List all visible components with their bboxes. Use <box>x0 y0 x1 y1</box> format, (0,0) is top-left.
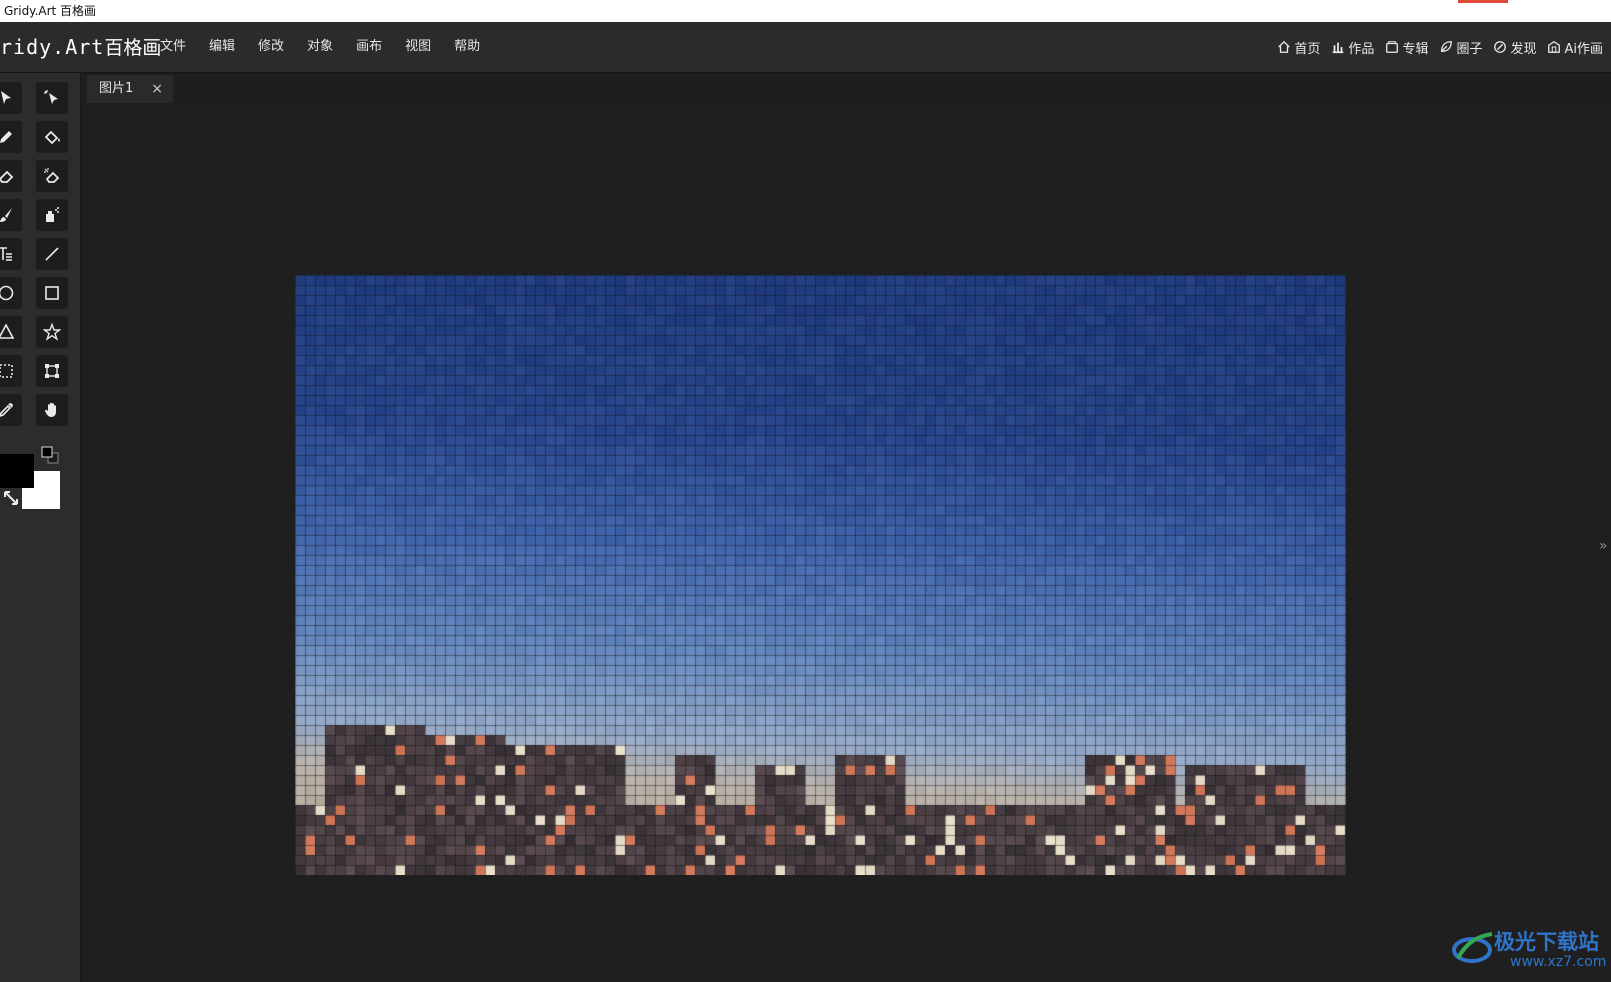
tool-marquee[interactable] <box>0 355 22 387</box>
tool-pencil[interactable] <box>0 121 22 153</box>
tool-eraser[interactable] <box>0 160 22 192</box>
app-logo[interactable]: ridy.Art百格画 <box>0 34 161 60</box>
tool-ellipse[interactable] <box>0 277 22 309</box>
triangle-icon <box>0 323 15 339</box>
eraser-icon <box>0 170 14 183</box>
rectangle-icon <box>45 286 59 300</box>
pencil-icon <box>0 131 12 143</box>
tab-close-icon[interactable]: × <box>151 75 163 103</box>
line-icon <box>45 247 59 261</box>
canvas-workspace[interactable]: » <box>81 103 1611 982</box>
watermark: 极光下载站 www.xz7.com <box>1450 920 1610 978</box>
ellipse-icon <box>0 285 14 301</box>
tool-rectangle[interactable] <box>36 277 68 309</box>
watermark-title: 极光下载站 <box>1494 930 1599 954</box>
window-title: Gridy.Art 百格画 <box>4 4 97 18</box>
tool-star[interactable] <box>36 316 68 348</box>
nav-home[interactable]: 首页 <box>1277 22 1320 72</box>
menu-modify[interactable]: 修改 <box>258 22 284 72</box>
spray-icon <box>46 207 59 222</box>
transform-icon <box>45 364 59 378</box>
tool-text[interactable] <box>0 238 22 270</box>
tool-line[interactable] <box>36 238 68 270</box>
menu-object[interactable]: 对象 <box>307 22 333 72</box>
nav-discover[interactable]: 发现 <box>1493 22 1536 72</box>
tool-brush[interactable] <box>0 199 22 231</box>
nav-works-label: 作品 <box>1348 41 1375 57</box>
window-titlebar: Gridy.Art 百格画 <box>0 0 1611 22</box>
menu-help[interactable]: 帮助 <box>454 22 480 72</box>
document-tabs: 图片1 × <box>81 73 1611 103</box>
watermark-logo-icon <box>1452 932 1493 963</box>
tool-hand[interactable] <box>36 394 68 426</box>
magic-select-icon <box>44 90 58 104</box>
brush-icon <box>0 208 12 222</box>
tool-fill-bucket[interactable] <box>36 121 68 153</box>
watermark-url: www.xz7.com <box>1510 954 1607 970</box>
menu-view[interactable]: 视图 <box>405 22 431 72</box>
fill-bucket-icon <box>44 130 60 145</box>
nav-album-label: 专辑 <box>1402 41 1429 57</box>
hand-icon <box>45 402 56 417</box>
eyedropper-icon <box>0 403 13 417</box>
home-icon <box>1278 40 1291 53</box>
nav-circle[interactable]: 圈子 <box>1439 22 1482 72</box>
chart-icon <box>1333 42 1344 54</box>
nav-ai-paint-label: Ai作画 <box>1564 41 1603 57</box>
leaf-icon <box>1441 41 1453 53</box>
foreground-color-swatch[interactable] <box>0 454 34 488</box>
menu-file[interactable]: 文件 <box>160 22 186 72</box>
tab-label: 图片1 <box>99 81 134 96</box>
logo-cn: 百格画 <box>104 37 162 59</box>
marquee-icon <box>0 364 13 378</box>
pixel-art-canvas[interactable] <box>295 275 1346 875</box>
tool-eyedropper[interactable] <box>0 394 22 426</box>
tool-magic-select[interactable] <box>36 82 68 114</box>
nav-circle-label: 圈子 <box>1456 41 1483 57</box>
tool-transform[interactable] <box>36 355 68 387</box>
right-panel-toggle-icon[interactable]: » <box>1599 538 1611 558</box>
window-close-button[interactable] <box>1458 0 1508 3</box>
menu-canvas[interactable]: 画布 <box>356 22 382 72</box>
album-icon <box>1386 41 1399 53</box>
nav-works[interactable]: 作品 <box>1331 22 1374 72</box>
menu-edit[interactable]: 编辑 <box>209 22 235 72</box>
nav-discover-label: 发现 <box>1510 41 1537 57</box>
star-icon <box>43 323 61 341</box>
tab-image1[interactable]: 图片1 × <box>87 75 173 103</box>
ai-icon <box>1548 40 1561 53</box>
swap-colors-icon[interactable] <box>2 489 20 507</box>
menu-bar: ridy.Art百格画 文件 编辑 修改 对象 画布 视图 帮助 首页 作品 专… <box>0 22 1611 73</box>
site-nav: 首页 作品 专辑 圈子 发现 Ai作画 <box>1266 22 1603 72</box>
tool-magic-eraser[interactable] <box>36 160 68 192</box>
nav-ai-paint[interactable]: Ai作画 <box>1547 22 1603 72</box>
nav-home-label: 首页 <box>1294 41 1321 57</box>
nav-album[interactable]: 专辑 <box>1385 22 1428 72</box>
logo-text: ridy.Art <box>0 35 105 59</box>
default-colors-icon[interactable] <box>40 446 60 464</box>
select-icon <box>1 91 11 104</box>
tool-select[interactable] <box>0 82 22 114</box>
text-icon <box>0 247 12 261</box>
magic-eraser-icon <box>44 168 60 183</box>
tool-spray[interactable] <box>36 199 68 231</box>
tool-palette <box>0 73 81 982</box>
tool-triangle[interactable] <box>0 316 22 348</box>
main-menu: 文件 编辑 修改 对象 画布 视图 帮助 <box>160 22 503 72</box>
compass-icon <box>1494 41 1507 53</box>
